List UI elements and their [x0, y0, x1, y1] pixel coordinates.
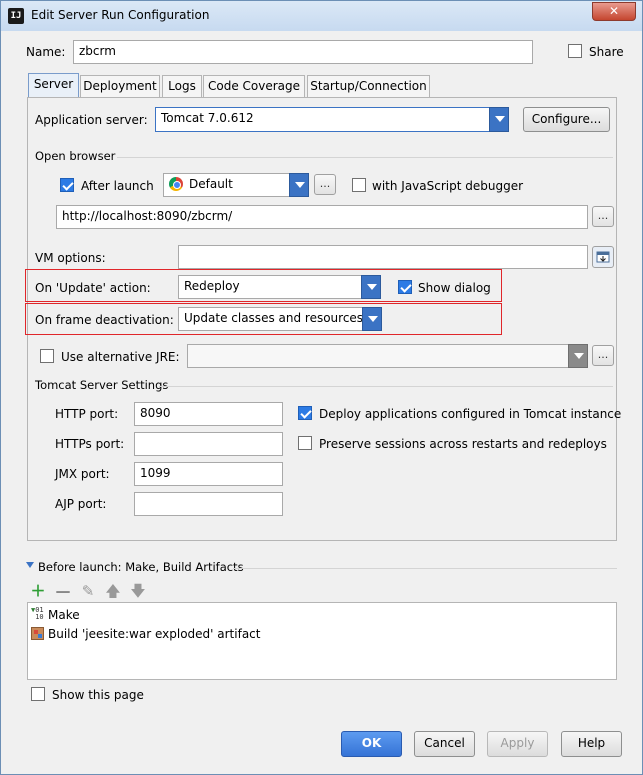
application-server-combo[interactable]: Tomcat 7.0.612 [155, 107, 509, 132]
deploy-apps-label: Deploy applications configured in Tomcat… [319, 407, 622, 421]
jre-browse-button[interactable]: ... [592, 345, 614, 366]
preserve-sessions-checkbox[interactable] [298, 436, 312, 450]
tab-startup-connection[interactable]: Startup/Connection [307, 75, 430, 97]
dialog-window: IJ Edit Server Run Configuration ✕ Name:… [0, 0, 643, 775]
tomcat-settings-separator [159, 386, 613, 387]
js-debugger-checkbox[interactable] [352, 178, 366, 192]
on-frame-deactivation-value: Update classes and resources [184, 311, 364, 325]
url-field[interactable]: http://localhost:8090/zbcrm/ [56, 205, 588, 229]
before-launch-task-list: ▼01 10 Make Build 'jeesite:war exploded'… [27, 602, 617, 680]
before-launch-separator [233, 568, 617, 569]
vm-options-label: VM options: [35, 251, 106, 265]
alternative-jre-label: Use alternative JRE: [61, 350, 180, 364]
add-icon[interactable]: ＋ [30, 583, 46, 599]
share-checkbox[interactable] [568, 44, 582, 58]
remove-icon[interactable]: — [55, 583, 71, 599]
close-window-button[interactable]: ✕ [592, 2, 636, 21]
title-bar[interactable]: IJ Edit Server Run Configuration ✕ [1, 1, 642, 31]
browser-settings-button[interactable]: ... [314, 174, 336, 195]
artifact-icon [31, 627, 44, 640]
apply-button[interactable]: Apply [487, 731, 548, 757]
show-dialog-label: Show dialog [418, 281, 491, 295]
after-launch-checkbox[interactable] [60, 178, 74, 192]
help-button[interactable]: Help [561, 731, 622, 757]
on-update-action-label: On 'Update' action: [35, 281, 151, 295]
jmx-port-field[interactable]: 1099 [134, 462, 283, 486]
http-port-field[interactable]: 8090 [134, 402, 283, 426]
preserve-sessions-label: Preserve sessions across restarts and re… [319, 437, 607, 451]
cancel-button[interactable]: Cancel [414, 731, 475, 757]
configure-button[interactable]: Configure... [523, 107, 610, 132]
application-server-label: Application server: [35, 113, 148, 127]
move-up-icon[interactable]: 🡅 [105, 583, 121, 599]
chrome-icon [169, 177, 183, 191]
tab-deployment[interactable]: Deployment [80, 75, 160, 97]
on-frame-deactivation-label: On frame deactivation: [35, 313, 174, 327]
window-title: Edit Server Run Configuration [31, 8, 210, 22]
move-down-icon[interactable]: 🡇 [130, 583, 146, 599]
alternative-jre-combo[interactable] [187, 344, 588, 368]
on-update-action-combo[interactable]: Redeploy [178, 275, 381, 299]
edit-pencil-icon[interactable]: ✎ [80, 583, 96, 599]
share-label: Share [589, 45, 624, 59]
https-port-label: HTTPs port: [55, 437, 125, 451]
jmx-port-label: JMX port: [55, 467, 110, 481]
url-browse-button[interactable]: ... [592, 206, 614, 227]
show-this-page-label: Show this page [52, 688, 144, 702]
on-frame-deactivation-combo[interactable]: Update classes and resources [178, 307, 382, 331]
open-browser-section-label: Open browser [35, 149, 116, 163]
alternative-jre-checkbox[interactable] [40, 349, 54, 363]
intellij-app-icon: IJ [8, 8, 24, 24]
chevron-down-icon[interactable] [568, 344, 588, 368]
tab-server[interactable]: Server [28, 73, 79, 98]
on-update-action-value: Redeploy [184, 279, 240, 293]
before-launch-label: Before launch: Make, Build Artifacts [38, 560, 244, 574]
expand-editor-icon[interactable] [592, 246, 614, 268]
tab-logs[interactable]: Logs [162, 75, 202, 97]
chevron-down-icon[interactable] [289, 173, 309, 197]
open-browser-separator [117, 157, 613, 158]
show-this-page-checkbox[interactable] [31, 687, 45, 701]
ajp-port-label: AJP port: [55, 497, 107, 511]
ajp-port-field[interactable] [134, 492, 283, 516]
tomcat-settings-section-label: Tomcat Server Settings [35, 378, 169, 392]
js-debugger-label: with JavaScript debugger [372, 179, 524, 193]
name-label: Name: [26, 45, 66, 59]
chevron-down-icon[interactable] [489, 107, 509, 132]
collapse-toggle-icon[interactable] [26, 562, 34, 568]
list-item[interactable]: Make [48, 608, 80, 622]
name-field[interactable]: zbcrm [73, 40, 533, 64]
browser-value: Default [189, 177, 233, 191]
deploy-apps-checkbox[interactable] [298, 406, 312, 420]
chevron-down-icon[interactable] [361, 275, 381, 299]
make-binary-icon: ▼01 10 [31, 606, 44, 621]
application-server-value: Tomcat 7.0.612 [161, 111, 254, 125]
list-item[interactable]: Build 'jeesite:war exploded' artifact [48, 627, 260, 641]
tab-code-coverage[interactable]: Code Coverage [203, 75, 305, 97]
http-port-label: HTTP port: [55, 407, 119, 421]
vm-options-field[interactable] [178, 245, 588, 269]
browser-combo[interactable]: Default [163, 173, 309, 197]
show-dialog-checkbox[interactable] [398, 280, 412, 294]
ok-button[interactable]: OK [341, 731, 402, 757]
chevron-down-icon[interactable] [362, 307, 382, 331]
after-launch-label: After launch [81, 179, 154, 193]
https-port-field[interactable] [134, 432, 283, 456]
